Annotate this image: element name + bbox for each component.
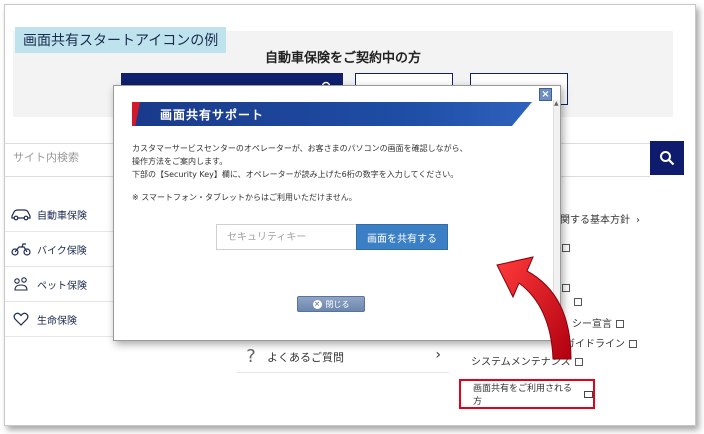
external-link-icon — [629, 340, 637, 348]
screenshot-frame: 自動車保険をご契約中の方 画面共有スタートアイコンの例 自動車保険 バイク保険 — [4, 4, 696, 426]
chevron-right-icon: › — [636, 215, 640, 226]
screen-share-modal: × 画面共有サポート カスタマーサービスセンターのオペレーターが、お客さまのパソ… — [113, 85, 561, 342]
modal-scrollbar[interactable]: ▲ ▼ — [553, 100, 560, 342]
security-key-input[interactable] — [216, 224, 356, 250]
external-link-icon — [570, 297, 582, 308]
modal-note: ※ スマートフォン・タブレットからはご利用いただけません。 — [132, 193, 357, 202]
modal-text-line: カスタマーサービスセンターのオペレーターが、お客さまのパソコンの画面を確認しなが… — [132, 144, 468, 153]
modal-header: 画面共有サポート — [132, 102, 532, 126]
nav-item-life-insurance[interactable]: 生命保険 — [5, 302, 113, 337]
modal-title: 画面共有サポート — [160, 108, 265, 122]
scroll-down-icon: ▼ — [554, 335, 559, 342]
nav-item-label: 生命保険 — [37, 315, 77, 327]
screen-share-link[interactable]: 画面共有をご利用される方 — [459, 379, 595, 409]
screen-share-link-label: 画面共有をご利用される方 — [473, 384, 573, 407]
share-screen-button[interactable]: 画面を共有する — [356, 224, 448, 250]
search-button[interactable] — [650, 141, 684, 175]
header-accent — [132, 102, 140, 126]
close-button-label: 閉じる — [325, 299, 350, 309]
scroll-up-icon: ▲ — [554, 100, 559, 107]
external-link-icon — [616, 320, 624, 328]
nav-item-motorcycle-insurance[interactable]: バイク保険 — [5, 232, 113, 267]
window-icon — [584, 390, 593, 398]
close-icon: × — [312, 299, 322, 309]
left-nav: 自動車保険 バイク保険 ペット保険 生命保険 — [5, 197, 113, 337]
security-key-row: 画面を共有する — [216, 224, 448, 250]
faq-row[interactable]: ? よくあるご質問 › — [237, 341, 449, 373]
policy-link[interactable]: に関する基本方針 › — [550, 211, 640, 226]
nav-item-label: 自動車保険 — [37, 210, 87, 222]
question-icon: ? — [246, 346, 256, 367]
nav-item-car-insurance[interactable]: 自動車保険 — [5, 197, 113, 232]
search-icon — [660, 151, 675, 166]
modal-body: カスタマーサービスセンターのオペレーターが、お客さまのパソコンの画面を確認しなが… — [132, 142, 542, 204]
pet-icon — [9, 274, 33, 294]
motorcycle-icon — [9, 239, 33, 259]
caption-tag: 画面共有スタートアイコンの例 — [15, 27, 227, 53]
modal-text-line: 操作方法をご案内します。 — [132, 157, 228, 166]
privacy-link[interactable]: シー宣言 — [572, 315, 624, 330]
faq-label: よくあるご質問 — [267, 350, 344, 364]
close-icon[interactable]: × — [539, 88, 552, 101]
maintenance-link[interactable]: システムメンテナンス — [471, 353, 583, 368]
nav-item-label: ペット保険 — [37, 280, 87, 292]
car-icon — [9, 204, 33, 224]
heart-icon — [9, 309, 33, 329]
chevron-right-icon: › — [435, 347, 441, 363]
external-link-icon — [574, 358, 583, 366]
guideline-link[interactable]: ィガイドライン — [555, 335, 637, 350]
modal-text-line: 下部の【Security Key】欄に、オペレーターが読み上げた6桁の数字を入力… — [132, 170, 459, 179]
close-button[interactable]: × 閉じる — [297, 296, 365, 312]
nav-item-pet-insurance[interactable]: ペット保険 — [5, 267, 113, 302]
nav-item-label: バイク保険 — [37, 245, 87, 257]
